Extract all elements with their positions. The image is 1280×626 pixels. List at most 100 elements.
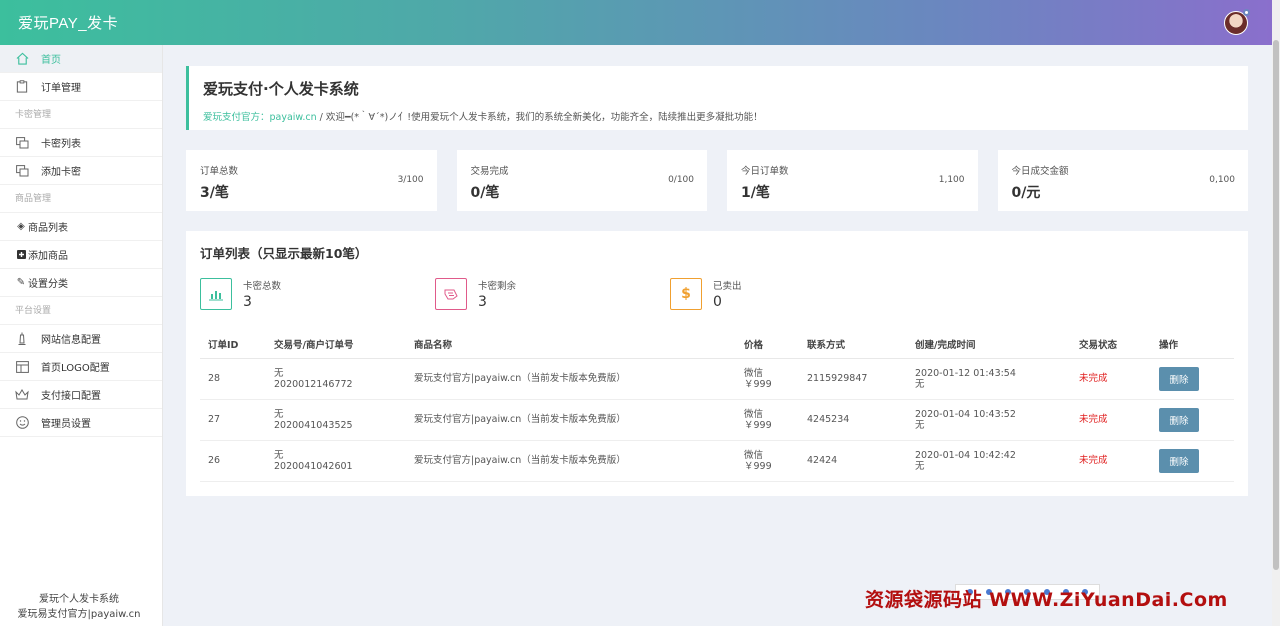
order-no: 2020012146772 [274,378,353,390]
sidebar-item-admin-settings[interactable]: 管理员设置 [0,409,162,437]
user-avatar[interactable] [1224,8,1250,35]
sidebar-item-label: 订单管理 [41,83,81,94]
orders-panel-title: 订单列表（只显示最新10笔） [200,246,368,261]
edit-icon: ✎ [16,277,26,288]
welcome-message: 欢迎━(*｀∀´*)ノ亻!使用爱玩个人发卡系统，我们的系统全新美化，功能齐全，陆… [325,112,763,123]
trade-no: 无 [274,367,284,379]
diamond-icon: ◈ [17,221,25,232]
stat-label: 今日成交金额 [1011,166,1069,177]
price: ￥999 [744,419,772,431]
sidebar-item-orders[interactable]: 订单管理 [0,73,162,101]
delete-button[interactable]: 删除 [1159,448,1199,473]
brand-logo[interactable]: 爱玩PAY_发卡 [18,12,118,33]
summary-card-sold: $ 已卖出 0 [670,276,905,312]
delete-button[interactable]: 删除 [1159,407,1199,432]
cell-time: 2020-01-12 01:43:54 无 [907,358,1071,400]
copy-icon [15,136,29,150]
sidebar-item-label: 首页 [41,55,61,66]
sidebar-item-label: 首页LOGO配置 [41,363,110,374]
footer-line-1: 爱玩个人发卡系统 [39,594,119,605]
orders-table: 订单ID 交易号/商户订单号 商品名称 价格 联系方式 创建/完成时间 交易状态… [200,330,1234,482]
cell-price: 微信 ￥999 [736,358,799,400]
finished-time: 无 [915,419,925,431]
column-header: 操作 [1151,330,1234,359]
cell-contact: 4245234 [799,399,907,441]
stats-row: 订单总数 3/笔 3/100 交易完成 0/笔 0/100 今日订单数 1/笔 … [186,150,1248,211]
sidebar-item-add-card[interactable]: 添加卡密 [0,157,162,185]
sidebar: 首页 订单管理 卡密管理 卡密列表 添加卡密 商品管理 ◈ 商品列表 添加商品 … [0,45,163,626]
summary-card-total: 卡密总数 3 [200,276,435,312]
sidebar-item-add-product[interactable]: 添加商品 [0,241,162,269]
sidebar-item-logo-config[interactable]: 首页LOGO配置 [0,353,162,381]
pay-method: 微信 [744,408,764,420]
dollar-icon: $ [670,278,702,310]
cell-trade-no: 无 2020012146772 [266,358,406,400]
stat-card-total-orders: 订单总数 3/笔 3/100 [186,150,437,211]
cell-id: 28 [200,358,266,400]
stat-card-completed: 交易完成 0/笔 0/100 [456,150,707,211]
stat-label: 今日订单数 [741,166,789,177]
stat-value: 3/笔 [200,185,229,201]
smile-icon [15,416,29,430]
sidebar-item-site-config[interactable]: 网站信息配置 [0,325,162,353]
delete-button[interactable]: 删除 [1159,366,1199,391]
scrollbar-thumb[interactable] [1273,40,1279,570]
trade-no: 无 [274,449,284,461]
sidebar-item-label: 管理员设置 [41,419,91,430]
stat-card-today-orders: 今日订单数 1/笔 1,100 [727,150,978,211]
site-link[interactable]: 爱玩支付官方：payaiw.cn [203,112,317,123]
crown-icon [15,388,29,402]
summary-value: 3 [243,294,252,310]
welcome-banner: 爱玩支付·个人发卡系统 爱玩支付官方：payaiw.cn / 欢迎━(*｀∀´*… [186,66,1248,130]
stat-label: 交易完成 [470,166,509,177]
sidebar-item-set-category[interactable]: ✎ 设置分类 [0,269,162,297]
cell-price: 微信 ￥999 [736,440,799,482]
stat-ratio: 0,100 [1209,175,1235,185]
plus-square-icon [15,248,27,262]
page-scrollbar[interactable] [1272,0,1280,626]
cell-action: 删除 [1151,440,1234,482]
column-header: 交易号/商户订单号 [266,330,406,359]
orders-panel: 订单列表（只显示最新10笔） 卡密总数 3 卡密剩余 3 $ 已卖出 0 订单ID [186,231,1248,496]
cell-id: 26 [200,440,266,482]
status-badge: 未完成 [1071,399,1151,441]
clipboard-icon [15,80,29,94]
cell-product: 爱玩支付官方|payaiw.cn（当前发卡版本免费版） [406,358,736,400]
stat-value: 0/笔 [470,185,500,201]
cell-price: 微信 ￥999 [736,399,799,441]
cell-contact: 42424 [799,440,907,482]
cell-action: 删除 [1151,399,1234,441]
price: ￥999 [744,378,772,390]
price: ￥999 [744,460,772,472]
stat-card-today-amount: 今日成交金额 0/元 0,100 [997,150,1248,211]
sidebar-item-payment-config[interactable]: 支付接口配置 [0,381,162,409]
cell-trade-no: 无 2020041042601 [266,440,406,482]
table-row: 26 无 2020041042601 爱玩支付官方|payaiw.cn（当前发卡版… [200,440,1234,482]
stat-value: 0/元 [1011,185,1041,201]
column-header: 联系方式 [799,330,907,359]
top-header: 爱玩PAY_发卡 [0,0,1272,45]
column-header: 订单ID [200,330,266,359]
copy-icon [15,164,29,178]
welcome-message-line: 爱玩支付官方：payaiw.cn / 欢迎━(*｀∀´*)ノ亻!使用爱玩个人发卡… [203,109,1234,123]
sidebar-item-label: 卡密列表 [41,139,81,150]
layout-icon [15,360,29,374]
cell-id: 27 [200,399,266,441]
sidebar-item-card-list[interactable]: 卡密列表 [0,129,162,157]
section-label-platform: 平台设置 [0,297,162,325]
sidebar-item-product-list[interactable]: ◈ 商品列表 [0,213,162,241]
cell-contact: 2115929847 [799,358,907,400]
sidebar-item-label: 网站信息配置 [41,335,101,346]
stat-label: 订单总数 [200,166,239,177]
cell-product: 爱玩支付官方|payaiw.cn（当前发卡版本免费版） [406,399,736,441]
summary-label: 已卖出 [713,281,742,292]
summary-value: 0 [713,294,722,310]
sidebar-item-home[interactable]: 首页 [0,45,162,73]
stat-ratio: 1,100 [938,175,965,185]
column-header: 价格 [736,330,799,359]
pay-method: 微信 [744,449,764,461]
sidebar-item-label: 添加卡密 [41,167,81,178]
summary-card-remaining: 卡密剩余 3 [435,276,670,312]
sidebar-footer: 爱玩个人发卡系统 爱玩易支付官方|payaiw.cn [0,592,158,622]
notification-dot-icon [1243,8,1250,16]
